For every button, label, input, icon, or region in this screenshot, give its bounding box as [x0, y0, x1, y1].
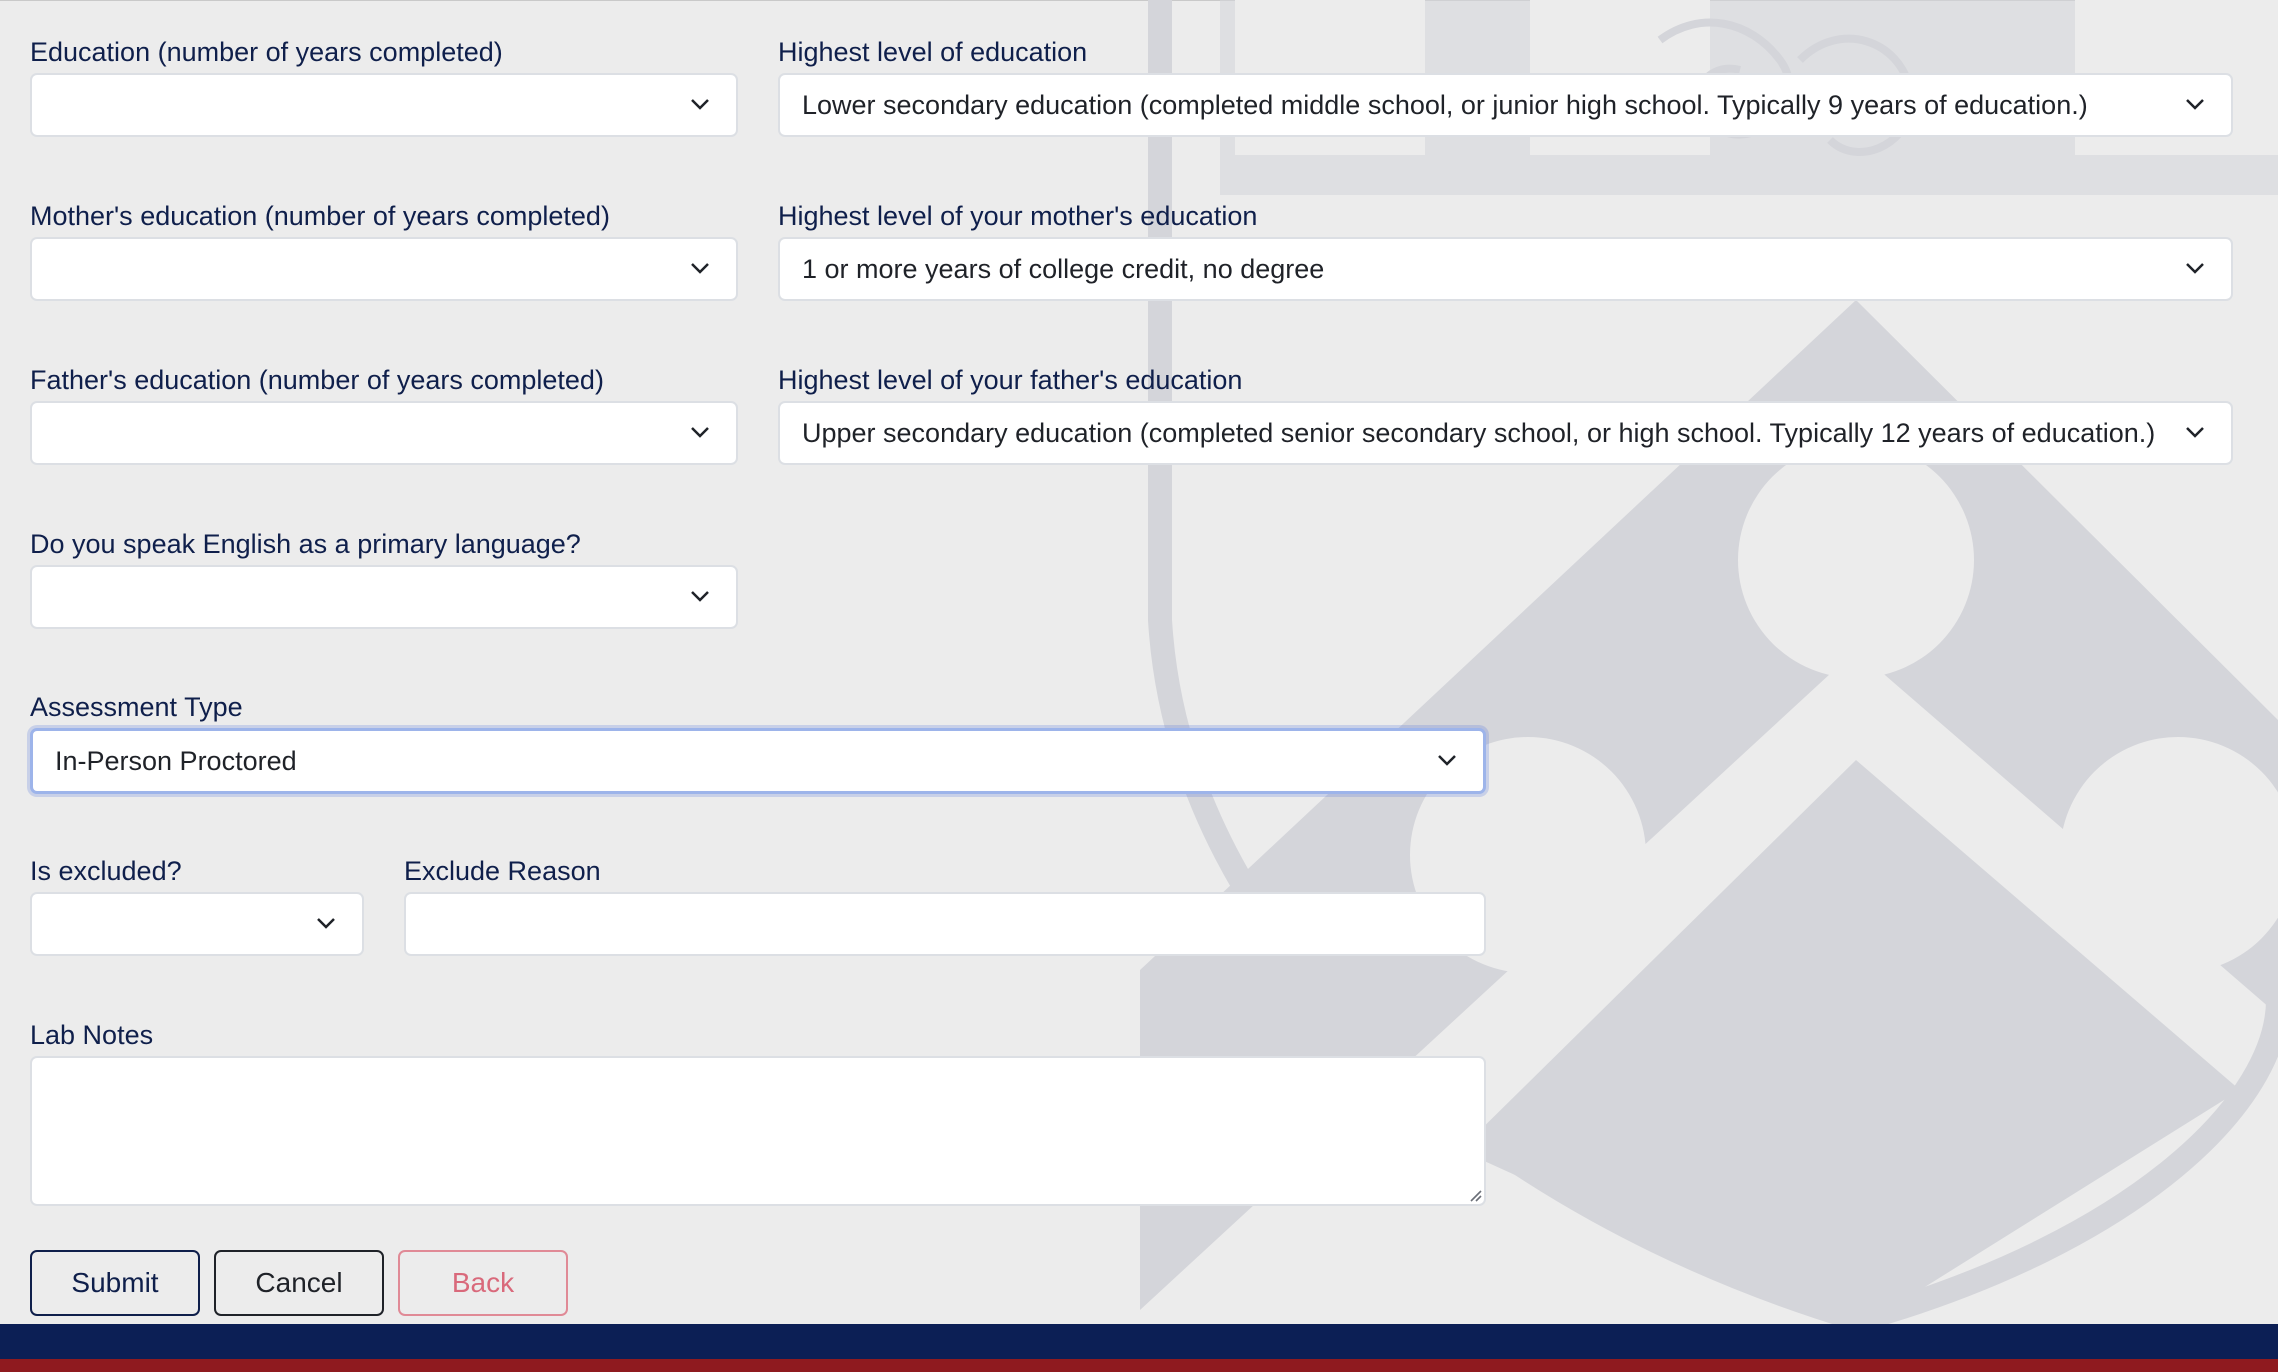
- resize-grip-icon[interactable]: [1468, 1188, 1482, 1202]
- chevron-down-icon: [317, 918, 335, 929]
- assessment-type-label: Assessment Type: [30, 692, 243, 722]
- mother-level-label: Highest level of your mother's education: [778, 201, 1258, 231]
- assessment-type-select[interactable]: In-Person Proctored: [30, 728, 1486, 794]
- mother-level-value: 1 or more years of college credit, no de…: [802, 254, 1325, 284]
- father-years-select[interactable]: [30, 401, 738, 465]
- father-years-label: Father's education (number of years comp…: [30, 365, 604, 395]
- mother-years-field: Mother's education (number of years comp…: [30, 199, 738, 309]
- lab-notes-label: Lab Notes: [30, 1020, 154, 1050]
- footer-red-bar: [0, 1359, 2278, 1372]
- education-level-select[interactable]: Lower secondary education (completed mid…: [778, 73, 2233, 137]
- education-level-field: Highest level of education Lower seconda…: [778, 35, 2233, 145]
- chevron-down-icon: [2186, 99, 2204, 110]
- mother-years-label: Mother's education (number of years comp…: [30, 201, 610, 231]
- chevron-down-icon: [691, 99, 709, 110]
- father-level-label: Highest level of your father's education: [778, 365, 1243, 395]
- education-years-label: Education (number of years completed): [30, 37, 503, 67]
- chevron-down-icon: [1438, 755, 1456, 766]
- chevron-down-icon: [2186, 263, 2204, 274]
- footer-navy-bar: [0, 1324, 2278, 1359]
- assessment-type-value: In-Person Proctored: [55, 746, 297, 776]
- education-years-select[interactable]: [30, 73, 738, 137]
- chevron-down-icon: [2186, 427, 2204, 438]
- chevron-down-icon: [691, 263, 709, 274]
- lab-notes-textarea[interactable]: [30, 1056, 1486, 1206]
- lab-notes-field: Lab Notes: [30, 1018, 1486, 1208]
- english-primary-field: Do you speak English as a primary langua…: [30, 527, 738, 637]
- exclude-reason-field: Exclude Reason: [404, 854, 1486, 964]
- back-button[interactable]: Back: [398, 1250, 568, 1316]
- father-years-field: Father's education (number of years comp…: [30, 363, 738, 473]
- mother-level-field: Highest level of your mother's education…: [778, 199, 2233, 309]
- cancel-button[interactable]: Cancel: [214, 1250, 384, 1316]
- is-excluded-select[interactable]: [30, 892, 364, 956]
- education-level-value: Lower secondary education (completed mid…: [802, 90, 2088, 120]
- father-level-value: Upper secondary education (completed sen…: [802, 418, 2156, 448]
- chevron-down-icon: [691, 427, 709, 438]
- english-primary-label: Do you speak English as a primary langua…: [30, 529, 581, 559]
- is-excluded-label: Is excluded?: [30, 856, 182, 886]
- father-level-field: Highest level of your father's education…: [778, 363, 2233, 473]
- chevron-down-icon: [691, 591, 709, 602]
- father-level-select[interactable]: Upper secondary education (completed sen…: [778, 401, 2233, 465]
- mother-years-select[interactable]: [30, 237, 738, 301]
- education-years-field: Education (number of years completed): [30, 35, 738, 145]
- submit-button[interactable]: Submit: [30, 1250, 200, 1316]
- exclude-reason-input[interactable]: [404, 892, 1486, 956]
- english-primary-select[interactable]: [30, 565, 738, 629]
- education-level-label: Highest level of education: [778, 37, 1088, 67]
- mother-level-select[interactable]: 1 or more years of college credit, no de…: [778, 237, 2233, 301]
- exclude-reason-label: Exclude Reason: [404, 856, 601, 886]
- is-excluded-field: Is excluded?: [30, 854, 364, 964]
- assessment-type-field: Assessment Type In-Person Proctored: [30, 690, 1486, 800]
